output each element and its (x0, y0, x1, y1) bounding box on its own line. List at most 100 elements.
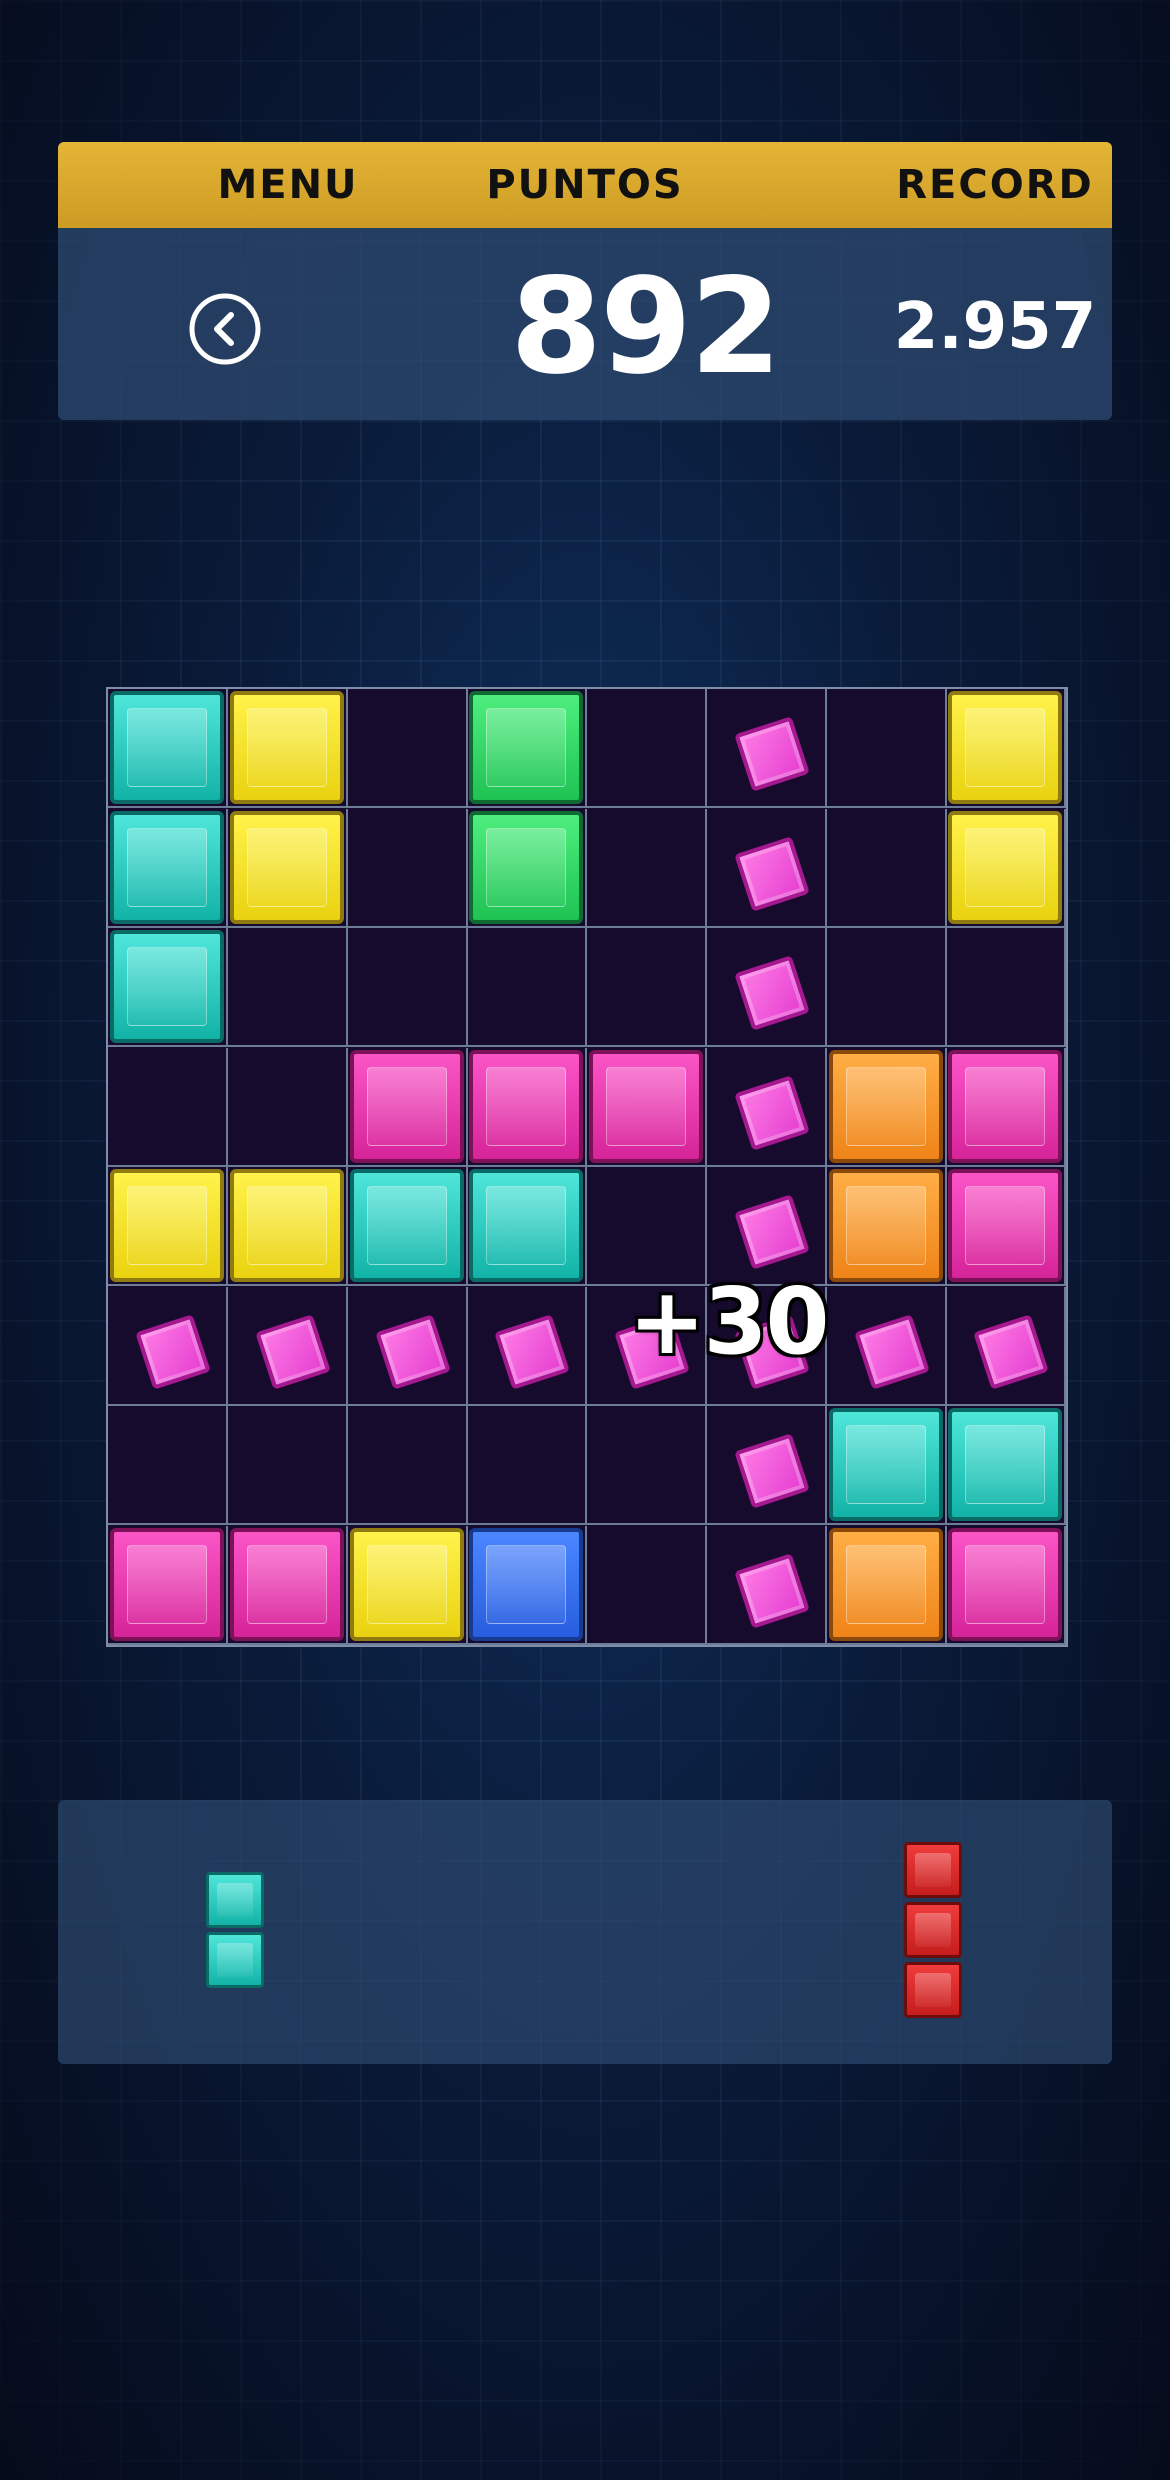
score-value: 892 (510, 250, 782, 404)
pink-gem-icon (734, 1075, 810, 1151)
board-cell[interactable] (587, 809, 707, 928)
board-cell[interactable] (827, 809, 947, 928)
board-cell[interactable] (348, 928, 468, 1047)
board-cell[interactable] (467, 928, 587, 1047)
green-block (469, 691, 583, 804)
board-cell[interactable] (707, 1406, 827, 1525)
board-cell[interactable] (946, 1048, 1066, 1167)
cyan-block (948, 1408, 1062, 1521)
board-cell[interactable] (587, 1406, 707, 1525)
board-cell[interactable] (228, 1287, 348, 1406)
board-cell[interactable] (467, 1167, 587, 1286)
board-cell[interactable] (827, 1406, 947, 1525)
board-cell[interactable] (108, 1287, 228, 1406)
back-button[interactable] (187, 291, 263, 367)
board-cell[interactable] (228, 689, 348, 808)
board-cell[interactable] (707, 1048, 827, 1167)
board-cell[interactable] (467, 689, 587, 808)
board-cell[interactable] (946, 1526, 1066, 1645)
red-mini-block (904, 1842, 962, 1898)
pink-gem-icon (494, 1314, 570, 1390)
board-cell[interactable] (467, 809, 587, 928)
yellow-block (230, 691, 344, 804)
board-cell[interactable] (467, 1526, 587, 1645)
magenta-block (469, 1050, 583, 1163)
board-cell[interactable] (228, 1048, 348, 1167)
board-cell[interactable] (348, 1287, 468, 1406)
board-cell[interactable] (108, 928, 228, 1047)
board-cell[interactable] (587, 1526, 707, 1645)
board-cell[interactable] (827, 1526, 947, 1645)
board-cell[interactable] (108, 1167, 228, 1286)
pink-gem-icon (734, 836, 810, 912)
board-cell[interactable] (108, 1406, 228, 1525)
menu-label: MENU (217, 162, 359, 208)
cyan-mini-block (206, 1872, 264, 1928)
board-cell[interactable] (348, 809, 468, 928)
score-panel: MENU PUNTOS RECORD 892 2.957 (58, 142, 1112, 420)
board-cell[interactable] (707, 1526, 827, 1645)
board-cell[interactable] (827, 1167, 947, 1286)
record-value: 2.957 (893, 290, 1097, 364)
red-mini-block (904, 1962, 962, 2018)
magenta-block (350, 1050, 464, 1163)
cyan-block (350, 1169, 464, 1282)
record-label: RECORD (896, 162, 1094, 208)
board-cell[interactable] (946, 689, 1066, 808)
board-cell[interactable] (827, 928, 947, 1047)
board-cell[interactable] (348, 689, 468, 808)
cyan-block (110, 691, 224, 804)
board-cell[interactable] (228, 1167, 348, 1286)
cyan-block (110, 811, 224, 924)
blue-block (469, 1528, 583, 1641)
red-mini-block (904, 1902, 962, 1958)
board-cell[interactable] (707, 689, 827, 808)
board-cell[interactable] (467, 1287, 587, 1406)
board-cell[interactable] (228, 809, 348, 928)
yellow-block (350, 1528, 464, 1641)
game-board[interactable] (106, 687, 1068, 1647)
pink-gem-icon (734, 955, 810, 1031)
piece-tray (58, 1800, 1112, 2064)
board-cell[interactable] (348, 1526, 468, 1645)
board-cell[interactable] (108, 1526, 228, 1645)
pink-gem-icon (255, 1314, 331, 1390)
pink-gem-icon (135, 1314, 211, 1390)
board-cell[interactable] (108, 689, 228, 808)
board-cell[interactable] (348, 1048, 468, 1167)
board-cell[interactable] (946, 928, 1066, 1047)
board-cell[interactable] (587, 1048, 707, 1167)
bonus-points-popup: +30 (628, 1268, 829, 1375)
yellow-block (948, 691, 1062, 804)
board-cell[interactable] (946, 809, 1066, 928)
board-cell[interactable] (946, 1287, 1066, 1406)
board-cell[interactable] (827, 689, 947, 808)
board-cell[interactable] (707, 809, 827, 928)
board-cell[interactable] (108, 809, 228, 928)
magenta-block (948, 1169, 1062, 1282)
board-cell[interactable] (467, 1406, 587, 1525)
board-cell[interactable] (707, 928, 827, 1047)
board-cell[interactable] (348, 1167, 468, 1286)
board-cell[interactable] (228, 1406, 348, 1525)
pink-gem-icon (734, 1194, 810, 1270)
board-cell[interactable] (946, 1167, 1066, 1286)
board-cell[interactable] (587, 928, 707, 1047)
magenta-block (948, 1528, 1062, 1641)
board-cell[interactable] (228, 928, 348, 1047)
board-cell[interactable] (827, 1048, 947, 1167)
board-cell[interactable] (348, 1406, 468, 1525)
yellow-block (110, 1169, 224, 1282)
board-cell[interactable] (946, 1406, 1066, 1525)
board-cell[interactable] (587, 689, 707, 808)
board-cell[interactable] (467, 1048, 587, 1167)
pink-gem-icon (854, 1314, 930, 1390)
orange-block (829, 1169, 943, 1282)
board-cell[interactable] (228, 1526, 348, 1645)
pink-gem-icon (734, 716, 810, 792)
magenta-block (230, 1528, 344, 1641)
board-cell[interactable] (108, 1048, 228, 1167)
board-cell[interactable] (827, 1287, 947, 1406)
pink-gem-icon (734, 1433, 810, 1509)
chevron-left-circle-icon (189, 293, 261, 365)
